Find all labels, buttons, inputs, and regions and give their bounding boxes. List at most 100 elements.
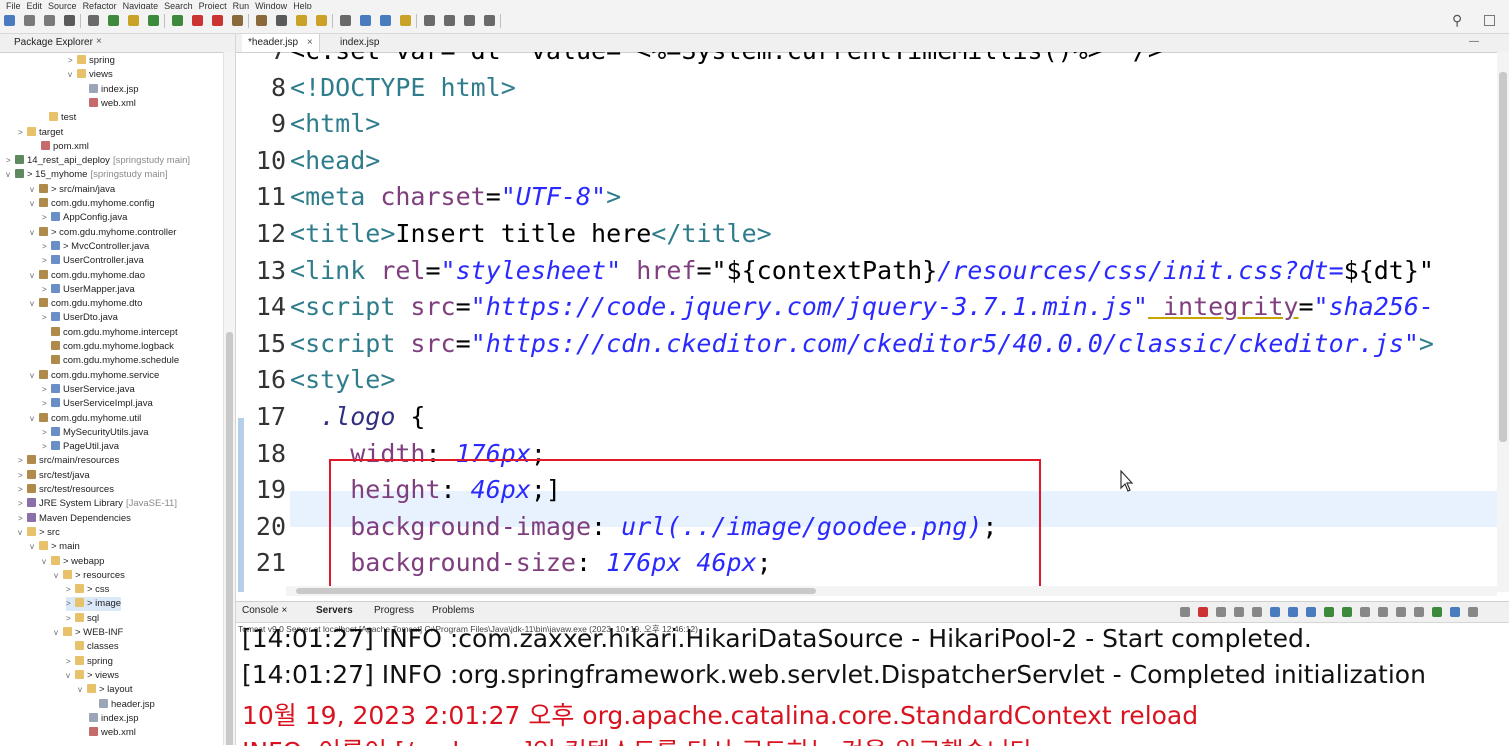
tree-item[interactable]: v > src/main/java: [30, 183, 115, 197]
tree-item[interactable]: classes: [66, 640, 119, 654]
chevron-icon[interactable]: v: [30, 297, 39, 311]
menu-item-edit[interactable]: Edit: [27, 2, 43, 10]
code-line[interactable]: <!DOCTYPE html>: [290, 73, 516, 102]
tree-item[interactable]: v > layout: [78, 683, 133, 697]
tree-item[interactable]: com.gdu.myhome.logback: [42, 340, 174, 354]
tree-item[interactable]: > UserDto.java: [42, 311, 118, 325]
console-toolbar-button[interactable]: [1468, 607, 1478, 617]
tree-item[interactable]: v > resources: [54, 569, 125, 583]
tab-problems[interactable]: Problems: [432, 605, 474, 616]
chevron-icon[interactable]: v: [6, 168, 15, 182]
tree-item[interactable]: web.xml: [80, 726, 136, 740]
editor-horizontal-scroll-thumb[interactable]: [296, 588, 816, 594]
menu-item-search[interactable]: Search: [164, 2, 193, 10]
code-line[interactable]: <link rel="stylesheet" href="${contextPa…: [290, 256, 1434, 285]
chevron-icon[interactable]: >: [42, 283, 51, 297]
tree-item[interactable]: v com.gdu.myhome.dto: [30, 297, 142, 311]
toolbar-button[interactable]: [360, 15, 371, 26]
toolbar-button[interactable]: [148, 15, 159, 26]
chevron-icon[interactable]: >: [18, 126, 27, 140]
tree-item[interactable]: > UserMapper.java: [42, 283, 135, 297]
tree-item[interactable]: v com.gdu.myhome.service: [30, 369, 159, 383]
console-toolbar-button[interactable]: [1450, 607, 1460, 617]
chevron-icon[interactable]: >: [18, 483, 27, 497]
chevron-icon[interactable]: v: [30, 197, 39, 211]
chevron-icon[interactable]: >: [42, 240, 51, 254]
chevron-icon[interactable]: >: [66, 612, 75, 626]
tree-item[interactable]: test: [40, 111, 76, 125]
chevron-icon[interactable]: v: [30, 412, 39, 426]
code-line[interactable]: <meta charset="UTF-8">: [290, 182, 621, 211]
tree-item[interactable]: > UserService.java: [42, 383, 135, 397]
tree-item[interactable]: > src/test/resources: [18, 483, 114, 497]
tree-item[interactable]: index.jsp: [80, 83, 139, 97]
toolbar-button[interactable]: [88, 15, 99, 26]
toolbar-button[interactable]: [44, 15, 55, 26]
tree-item[interactable]: web.xml: [80, 97, 136, 111]
tree-item[interactable]: > > image: [66, 597, 122, 612]
menu-item-navigate[interactable]: Navigate: [123, 2, 159, 10]
console-toolbar-button[interactable]: [1216, 607, 1226, 617]
chevron-icon[interactable]: >: [18, 497, 27, 511]
toolbar-button[interactable]: [128, 15, 139, 26]
toolbar-button[interactable]: [296, 15, 307, 26]
console-toolbar-button[interactable]: [1324, 607, 1334, 617]
editor-vertical-scroll-thumb[interactable]: [1499, 72, 1507, 442]
code-area[interactable]: 7 <c:set var="dt" value="<%=System.curren…: [236, 52, 1509, 592]
tree-item[interactable]: v > src: [18, 526, 60, 540]
perspective-icon[interactable]: [1484, 15, 1495, 26]
explorer-scroll-thumb[interactable]: [226, 332, 233, 745]
tab-console[interactable]: Console ×: [242, 605, 287, 616]
toolbar-button[interactable]: [444, 15, 455, 26]
menu-item-refactor[interactable]: Refactor: [83, 2, 117, 10]
tree-item[interactable]: > UserServiceImpl.java: [42, 397, 153, 411]
code-line[interactable]: <script src="https://cdn.ckeditor.com/ck…: [290, 329, 1434, 358]
menu-item-window[interactable]: Window: [255, 2, 287, 10]
tab-header-jsp[interactable]: *header.jsp ×: [242, 34, 320, 52]
menu-item-source[interactable]: Source: [48, 2, 77, 10]
close-icon[interactable]: ×: [96, 36, 102, 47]
menu-item-project[interactable]: Project: [199, 2, 227, 10]
chevron-icon[interactable]: >: [42, 311, 51, 325]
console-toolbar-button[interactable]: [1378, 607, 1388, 617]
chevron-icon[interactable]: >: [18, 454, 27, 468]
toolbar-button[interactable]: [340, 15, 351, 26]
console-toolbar-button[interactable]: [1360, 607, 1370, 617]
tree-item[interactable]: > MySecurityUtils.java: [42, 426, 149, 440]
editor-horizontal-scrollbar[interactable]: [286, 586, 1497, 596]
toolbar-button[interactable]: [232, 15, 243, 26]
tree-item[interactable]: v > com.gdu.myhome.controller: [30, 226, 176, 240]
chevron-icon[interactable]: v: [54, 569, 63, 583]
tree-item[interactable]: v com.gdu.myhome.dao: [30, 269, 145, 283]
tree-item[interactable]: > src/main/resources: [18, 454, 119, 468]
code-line[interactable]: <c:set var="dt" value="<%=System.current…: [290, 52, 1163, 65]
tree-item[interactable]: pom.xml: [32, 140, 89, 154]
chevron-icon[interactable]: >: [42, 440, 51, 454]
tree-item[interactable]: > > MvcController.java: [42, 240, 149, 254]
toolbar-button[interactable]: [484, 15, 495, 26]
chevron-icon[interactable]: >: [42, 254, 51, 268]
tree-item[interactable]: > PageUtil.java: [42, 440, 119, 454]
chevron-icon[interactable]: >: [18, 469, 27, 483]
chevron-icon[interactable]: v: [30, 269, 39, 283]
tab-progress[interactable]: Progress: [374, 605, 414, 616]
chevron-icon[interactable]: v: [30, 183, 39, 197]
console-toolbar-button[interactable]: [1234, 607, 1244, 617]
chevron-icon[interactable]: >: [42, 426, 51, 440]
tree-item[interactable]: > > css: [66, 583, 109, 597]
tree-item[interactable]: com.gdu.myhome.intercept: [42, 326, 178, 340]
tree-item[interactable]: >14_rest_api_deploy [springstudy main]: [6, 154, 190, 168]
tree-item[interactable]: > AppConfig.java: [42, 211, 127, 225]
menu-item-help[interactable]: Help: [293, 2, 312, 10]
console-toolbar-button[interactable]: [1270, 607, 1280, 617]
tab-servers[interactable]: Servers: [316, 605, 353, 616]
toolbar-button[interactable]: [64, 15, 75, 26]
console-toolbar-button[interactable]: [1342, 607, 1352, 617]
chevron-icon[interactable]: v: [68, 68, 77, 82]
tree-item[interactable]: > spring: [66, 655, 113, 669]
chevron-icon[interactable]: >: [66, 655, 75, 669]
code-line[interactable]: <title>Insert title here</title>: [290, 219, 772, 248]
chevron-icon[interactable]: v: [30, 540, 39, 554]
toolbar-button[interactable]: [24, 15, 35, 26]
tree-item[interactable]: v views: [68, 68, 113, 82]
